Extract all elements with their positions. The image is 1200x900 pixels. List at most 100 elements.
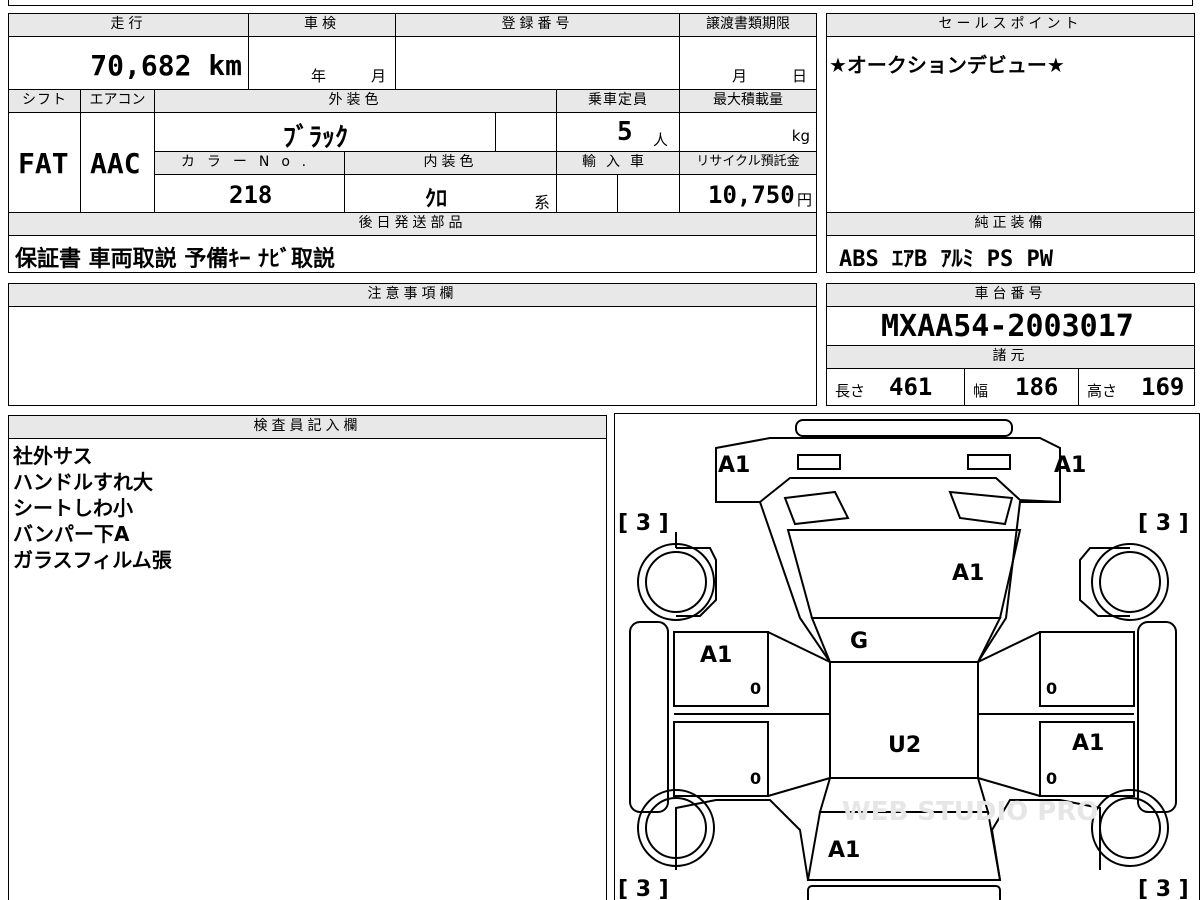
label-zero-rr: 0 [1046,769,1057,788]
left-rocker-line-b [767,777,831,797]
inspector-note: シートしわ小 [13,496,133,520]
max-load-value-cell: kg [679,112,817,152]
spec-height-cell: 高さ 169 [1078,368,1195,406]
interior-color-suffix: 系 [533,193,550,212]
color-no-value-cell: 218 [154,174,345,213]
label-tire-fr: [ 3 ] [1138,511,1189,536]
damage-diagram-frame: A1 A1 A1 G A1 A1 U2 A1 [ 3 ] [ 3 ] [ 3 ]… [614,413,1200,900]
later-parts-value-cell: 保証書 車両取説 予備ｷｰ ﾅﾋﾞ取説 [8,235,817,273]
max-load-unit: kg [791,127,810,145]
exterior-color-value-cell: ﾌﾞﾗｯｸ [154,112,496,153]
color-no-header: カラーNo. [154,151,345,175]
registration-header: 登録番号 [395,13,680,37]
inspection-year-label: 年 [311,67,327,85]
shift-value-cell: FAT [8,112,81,213]
headlight-right-shape [948,490,1014,526]
front-right-lamp-shape [967,454,1011,470]
genuine-equipment-header: 純正装備 [826,212,1195,236]
color-no-value: 218 [229,181,273,209]
shift-value: FAT [18,147,69,180]
label-front-right: A1 [1054,453,1086,478]
aircon-header: エアコン [80,89,155,113]
right-fender-shape [1079,547,1130,617]
max-load-header: 最大積載量 [679,89,817,113]
transfer-deadline-cell: 月 日 [679,36,817,90]
top-cutoff-strip [8,0,1193,6]
label-right-rear-door: A1 [1072,731,1104,756]
inspector-header: 検査員記入欄 [8,415,607,439]
tire-fl-inner-shape [645,551,707,613]
mileage-value-cell: 70,682 km [8,36,249,90]
inspector-note: 社外サス [13,444,93,468]
headlight-left-shape [783,490,850,526]
notes-header: 注意事項欄 [8,283,817,307]
front-left-lamp-shape [797,454,841,470]
import-value-cell-b [617,174,680,213]
notes-cell [8,306,817,406]
shift-header: シフト [8,89,81,113]
import-value-cell-a [556,174,618,213]
registration-value-cell [395,36,680,90]
chassis-no-value: MXAA54-2003017 [881,309,1134,344]
damage-diagram: A1 A1 A1 G A1 A1 U2 A1 [ 3 ] [ 3 ] [ 3 ]… [618,419,1189,900]
label-zero-lf: 0 [750,679,761,698]
later-parts-header: 後日発送部品 [8,212,817,236]
tire-fl-shape [637,543,715,621]
spec-length-cell: 長さ 461 [826,368,965,406]
exterior-color-value: ﾌﾞﾗｯｸ [283,123,349,153]
transfer-month-label: 月 [732,67,748,85]
spec-width-value: 186 [1015,373,1059,401]
sales-point-header: セールスポイント [826,13,1195,37]
specs-header: 諸元 [826,345,1195,369]
tire-fr-inner-shape [1099,551,1161,613]
inspector-note: バンパー下A [13,522,130,546]
label-tire-rr: [ 3 ] [1138,877,1189,900]
tire-rr-inner-shape [1099,797,1161,859]
label-hood: A1 [952,561,984,586]
tire-rr-shape [1091,789,1169,867]
inspector-notes-list: 社外サス ハンドルすれ大 シートしわ小 バンパー下A ガラスフィルム張 [13,443,172,573]
roof-shape [829,661,979,779]
label-zero-lr: 0 [750,769,761,788]
inspector-notes-cell: 社外サス ハンドルすれ大 シートしわ小 バンパー下A ガラスフィルム張 [8,438,607,900]
exterior-color-extra-cell [495,112,557,152]
aircon-value-cell: AAC [80,112,155,213]
label-front-left: A1 [718,453,750,478]
right-rocker-line-b [977,777,1041,797]
exterior-color-header: 外装色 [154,89,557,113]
aircon-value: AAC [90,147,141,180]
mileage-header: 走行 [8,13,249,37]
recycle-unit: 円 [796,191,812,209]
genuine-equipment-value: ABS ｴｱB ｱﾙﾐ PS PW [839,247,1053,272]
hood-shape [786,529,1022,619]
chassis-no-header: 車台番号 [826,283,1195,307]
watermark-text: WEB STUDIO PRO [842,797,1098,827]
capacity-header: 乗車定員 [556,89,680,113]
transfer-deadline-header: 譲渡書類期限 [679,13,817,37]
label-left-front-door: A1 [700,643,732,668]
inspection-month-label: 月 [371,67,387,85]
later-parts-value: 保証書 車両取説 予備ｷｰ ﾅﾋﾞ取説 [15,247,335,272]
label-zero-rf: 0 [1046,679,1057,698]
capacity-value-cell: 5 人 [556,112,680,152]
spec-width-label: 幅 [973,382,989,400]
chassis-no-cell: MXAA54-2003017 [826,306,1195,346]
front-bumper-shape [795,419,1013,437]
capacity-unit: 人 [653,131,669,149]
label-tire-fl: [ 3 ] [618,511,669,536]
spec-height-label: 高さ [1087,382,1118,400]
left-fender-shape [676,547,717,617]
spec-length-value: 461 [889,373,933,401]
left-outer-panel-shape [629,621,669,813]
interior-color-value-cell: ｸﾛ 系 [344,174,557,213]
sales-point-cell: ★オークションデビュー★ [826,36,1195,213]
sales-point-value: ★オークションデビュー★ [829,53,1065,77]
rear-bumper-shape [807,885,1001,900]
inspector-note: ハンドルすれ大 [13,470,153,494]
label-windshield: G [850,629,868,654]
inspector-note: ガラスフィルム張 [13,548,172,572]
transfer-day-label: 日 [792,67,808,85]
windshield-shape [810,617,1002,663]
interior-color-header: 内装色 [344,151,557,175]
label-rear: A1 [828,838,860,863]
